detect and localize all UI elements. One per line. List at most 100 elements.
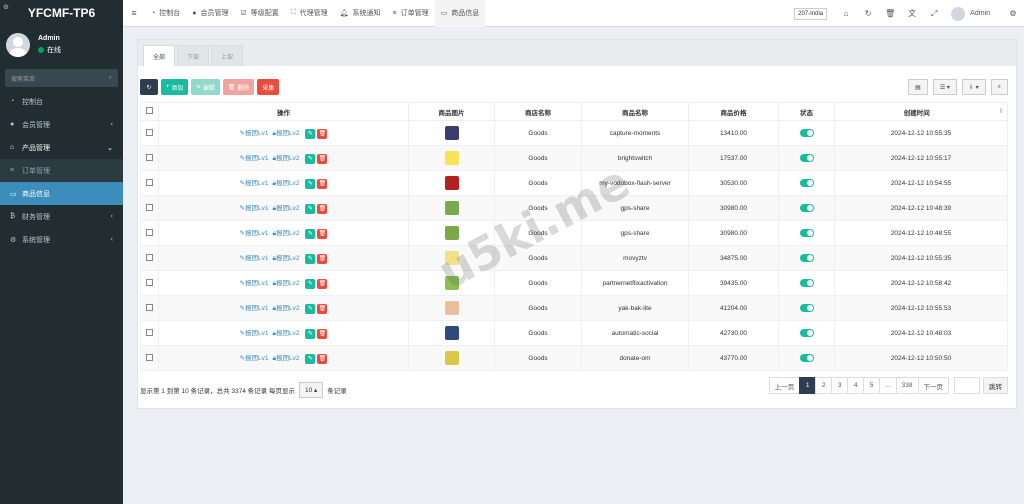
app-logo[interactable]: ⊙ YFCMF-TP6	[0, 0, 123, 26]
menu-toggle-icon[interactable]: ≡	[123, 8, 145, 18]
product-thumbnail[interactable]	[444, 201, 459, 215]
sort-icon[interactable]: ⇕	[999, 107, 1004, 115]
product-thumbnail[interactable]	[444, 276, 459, 290]
filter-tab-all[interactable]: 全部	[143, 45, 176, 66]
row-delete-button[interactable]: 🗑︎	[317, 128, 328, 139]
row-edit-button[interactable]: ✎	[305, 253, 316, 264]
row-status[interactable]	[778, 220, 835, 246]
row-edit-button[interactable]: ✎	[305, 303, 316, 314]
product-thumbnail[interactable]	[444, 326, 459, 340]
status-toggle[interactable]	[799, 179, 814, 187]
row-delete-button[interactable]: 🗑︎	[317, 278, 328, 289]
row-edit-button[interactable]: ✎	[305, 153, 316, 164]
row-status[interactable]	[778, 195, 835, 221]
op-lv2-link[interactable]: 🔒︎报团Lv2	[272, 305, 299, 312]
page-jump-button[interactable]: 跳转	[983, 377, 1008, 394]
next-page-button[interactable]: 下一页	[917, 377, 949, 394]
row-checkbox[interactable]	[140, 345, 159, 371]
collect-button[interactable]: 采集	[257, 79, 280, 95]
row-delete-button[interactable]: 🗑︎	[317, 328, 328, 339]
add-button[interactable]: + 添加	[161, 79, 189, 95]
translate-icon[interactable]: 文	[901, 8, 923, 19]
row-checkbox[interactable]	[140, 195, 159, 221]
filter-tab-off-shelf[interactable]: 下架	[177, 45, 210, 66]
row-delete-button[interactable]: 🗑︎	[317, 253, 328, 264]
col-name[interactable]: 商品名称	[581, 102, 689, 121]
home-icon[interactable]: ⌂	[835, 9, 857, 18]
row-delete-button[interactable]: 🗑︎	[317, 203, 328, 214]
toggle-view-button[interactable]: ▤	[908, 79, 928, 95]
row-image[interactable]	[408, 220, 495, 246]
page-5-button[interactable]: 5	[863, 377, 881, 394]
row-image[interactable]	[408, 145, 495, 171]
select-all-checkbox[interactable]	[140, 102, 159, 121]
row-delete-button[interactable]: 🗑︎	[317, 228, 328, 239]
col-price[interactable]: 商品价格	[688, 102, 779, 121]
status-toggle[interactable]	[799, 304, 814, 312]
page-4-button[interactable]: 4	[847, 377, 865, 394]
row-delete-button[interactable]: 🗑︎	[317, 303, 328, 314]
sidebar-item-orders[interactable]: ≡ 订单管理	[0, 159, 123, 182]
trash-icon[interactable]: 🗑︎	[879, 9, 901, 18]
op-lv1-link[interactable]: ✎报团Lv1	[240, 330, 269, 337]
product-thumbnail[interactable]	[444, 301, 459, 315]
row-checkbox[interactable]	[140, 320, 159, 346]
row-checkbox[interactable]	[140, 245, 159, 271]
row-status[interactable]	[778, 120, 835, 146]
status-toggle[interactable]	[799, 204, 814, 212]
row-image[interactable]	[408, 245, 495, 271]
page-size-select[interactable]: 10 ▴	[298, 382, 324, 398]
status-toggle[interactable]	[799, 254, 814, 262]
row-image[interactable]	[408, 320, 495, 346]
row-delete-button[interactable]: 🗑︎	[317, 178, 328, 189]
row-edit-button[interactable]: ✎	[305, 278, 316, 289]
tab-members[interactable]: ● 会员管理	[186, 0, 234, 27]
export-button[interactable]: ⇩ ▾	[961, 79, 986, 95]
search-icon[interactable]: ⌕	[109, 75, 112, 82]
page-jump-input[interactable]	[954, 377, 980, 394]
row-status[interactable]	[778, 170, 835, 196]
row-status[interactable]	[778, 320, 835, 346]
sidebar-item-goods[interactable]: ▭ 商品信息	[0, 182, 123, 205]
row-edit-button[interactable]: ✎	[305, 203, 316, 214]
tab-notifications[interactable]: 🔔︎ 系统通知	[334, 0, 387, 27]
row-checkbox[interactable]	[140, 220, 159, 246]
avatar[interactable]	[951, 6, 966, 21]
edit-button[interactable]: ✎ 编辑	[191, 79, 220, 95]
row-image[interactable]	[408, 120, 495, 146]
prev-page-button[interactable]: 上一页	[768, 377, 801, 394]
op-lv2-link[interactable]: 🔒︎报团Lv2	[272, 330, 299, 337]
product-thumbnail[interactable]	[444, 151, 459, 165]
row-edit-button[interactable]: ✎	[305, 328, 316, 339]
status-toggle[interactable]	[799, 279, 814, 287]
product-thumbnail[interactable]	[444, 126, 459, 140]
row-checkbox[interactable]	[140, 295, 159, 321]
op-lv1-link[interactable]: ✎报团Lv1	[240, 305, 269, 312]
product-thumbnail[interactable]	[444, 351, 459, 365]
op-lv2-link[interactable]: 🔒︎报团Lv2	[272, 230, 299, 237]
columns-button[interactable]: ☰ ▾	[932, 79, 957, 95]
op-lv2-link[interactable]: 🔒︎报团Lv2	[272, 205, 299, 212]
op-lv1-link[interactable]: ✎报团Lv1	[240, 205, 269, 212]
sidebar-search-input[interactable]: 搜索菜单 ⌕	[5, 69, 118, 87]
row-status[interactable]	[778, 145, 835, 171]
col-created-time[interactable]: 创建时间 ⇕	[834, 102, 1008, 121]
row-checkbox[interactable]	[140, 120, 159, 146]
sidebar-item-finance[interactable]: ₿ 财务管理 ‹	[0, 205, 123, 228]
row-image[interactable]	[408, 295, 495, 321]
sidebar-item-products[interactable]: ⌂ 产品管理 ⌄	[0, 136, 123, 159]
delete-button[interactable]: 🗑︎ 删除	[222, 79, 255, 95]
cogs-icon[interactable]: ⚙	[1002, 9, 1024, 18]
row-checkbox[interactable]	[140, 170, 159, 196]
github-icon[interactable]: ⊙	[3, 3, 9, 11]
search-button[interactable]: ⌕	[990, 79, 1008, 95]
page-2-button[interactable]: 2	[815, 377, 833, 394]
sidebar-item-members[interactable]: ● 会员管理 ‹	[0, 113, 123, 136]
refresh-button[interactable]: ↻	[140, 79, 158, 95]
fullscreen-icon[interactable]: ⤢	[923, 9, 945, 19]
product-thumbnail[interactable]	[444, 251, 459, 265]
row-status[interactable]	[778, 295, 835, 321]
status-toggle[interactable]	[799, 329, 814, 337]
page-last-button[interactable]: 338	[895, 377, 919, 394]
op-lv2-link[interactable]: 🔒︎报团Lv2	[272, 180, 299, 187]
